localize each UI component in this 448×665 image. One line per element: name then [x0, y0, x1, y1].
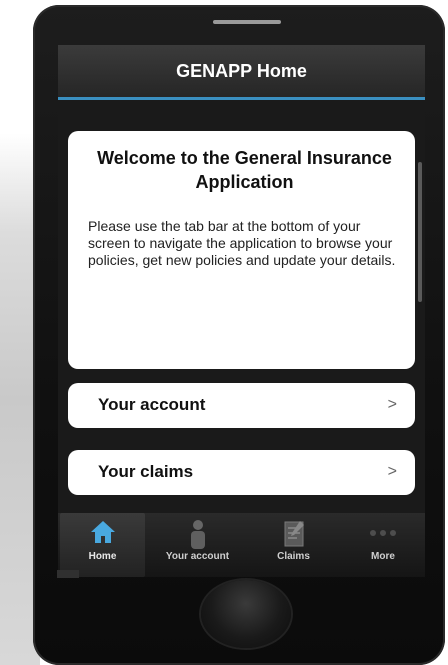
phone-screen: GENAPP Home Welcome to the General Insur…	[58, 45, 425, 577]
tab-your-account[interactable]: Your account	[150, 513, 245, 577]
phone-frame: GENAPP Home Welcome to the General Insur…	[33, 5, 445, 665]
tab-more[interactable]: More	[341, 513, 425, 577]
tab-bar: Home Your account Claims More	[58, 513, 425, 577]
nav-bar: GENAPP Home	[58, 45, 425, 100]
tab-label: More	[371, 551, 395, 562]
phone-nub	[57, 570, 79, 578]
list-item-label: Your account	[98, 395, 206, 414]
welcome-title: Welcome to the General Insurance Applica…	[97, 148, 392, 192]
list-item-your-claims[interactable]: Your claims >	[68, 450, 415, 495]
document-icon	[284, 521, 304, 547]
welcome-card: Welcome to the General Insurance Applica…	[68, 131, 415, 369]
home-button[interactable]	[201, 580, 291, 648]
tab-label: Your account	[165, 551, 230, 562]
person-icon	[190, 520, 205, 549]
chevron-right-icon: >	[387, 463, 397, 480]
list-item-your-account[interactable]: Your account >	[68, 383, 415, 428]
tab-home[interactable]: Home	[60, 513, 145, 577]
home-icon	[90, 521, 115, 543]
tab-claims[interactable]: Claims	[251, 513, 336, 577]
page-title: GENAPP Home	[176, 61, 307, 81]
tab-label: Claims	[277, 551, 310, 562]
more-dots-icon	[370, 530, 396, 536]
list-item-label: Your claims	[98, 462, 194, 481]
speaker-slot	[213, 20, 281, 24]
welcome-body: Please use the tab bar at the bottom of …	[88, 218, 396, 268]
tab-label: Home	[88, 551, 117, 562]
chevron-right-icon: >	[387, 396, 397, 413]
content-area: Welcome to the General Insurance Applica…	[58, 100, 425, 513]
scrollbar[interactable]	[418, 162, 422, 302]
